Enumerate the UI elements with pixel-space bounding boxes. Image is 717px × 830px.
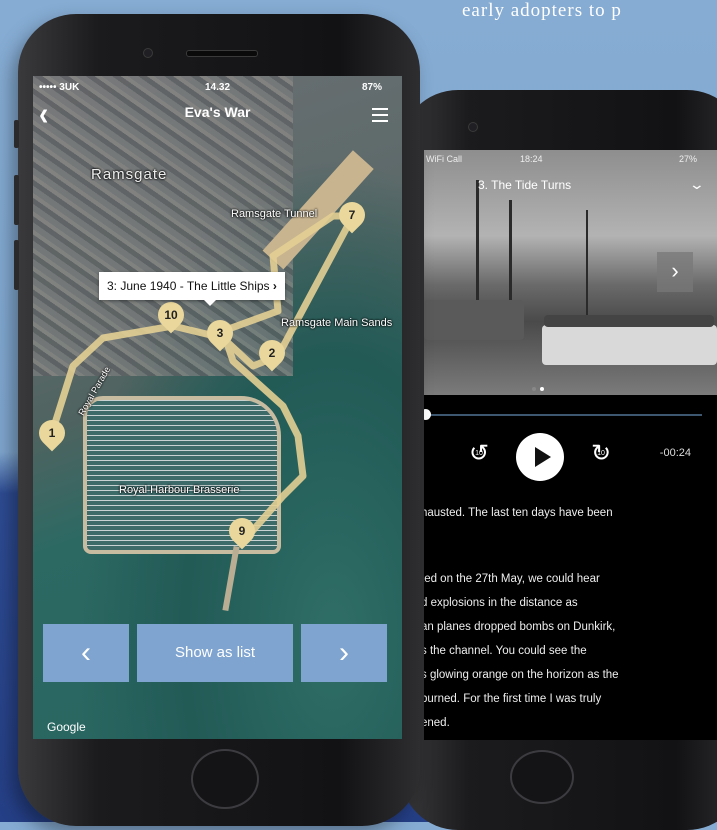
transcript-line: burned. For the first time I was truly — [424, 693, 602, 705]
battery-level: 27% — [678, 154, 697, 164]
map-label-tunnel: Ramsgate Tunnel — [231, 208, 318, 220]
skip-back-button[interactable]: ↺ 10 — [466, 441, 492, 467]
next-stop-button[interactable]: › — [301, 624, 387, 682]
nav-header: ‹ Eva's War — [33, 95, 402, 134]
battery-level: 87% — [361, 82, 382, 93]
camera-lens — [143, 48, 153, 58]
transcript-line: ened. — [424, 717, 450, 729]
map-screen: Ramsgate Ramsgate Tunnel Ramsgate Main S… — [33, 76, 402, 739]
audio-player-screen: WiFi Call 18:24 27% 3. The Tide Turns ⌄ … — [424, 150, 717, 740]
remaining-time: -00:24 — [659, 447, 691, 459]
transcript-line: an planes dropped bombs on Dunkirk, — [424, 621, 616, 633]
chevron-down-icon[interactable]: ⌄ — [689, 176, 705, 193]
carousel-dots — [530, 378, 546, 396]
volume-up-button — [14, 175, 19, 225]
play-button[interactable] — [516, 433, 564, 481]
map-label-sands: Ramsgate Main Sands — [281, 317, 393, 329]
transcript-line: ted on the 27th May, we could hear — [424, 573, 600, 585]
screen-title: Eva's War — [184, 104, 251, 120]
clock: 14.32 — [205, 82, 231, 93]
google-attribution: Google — [47, 720, 86, 734]
transcript-line: d explosions in the distance as — [424, 597, 578, 609]
status-bar: ••••• 3UK 14.32 87% — [39, 82, 396, 96]
transcript-line: s glowing orange on the horizon as the — [424, 669, 619, 681]
pin-number: 7 — [348, 208, 356, 222]
map-label-brasserie: Royal Harbour Brasserie — [119, 484, 240, 496]
home-button[interactable] — [191, 749, 259, 809]
previous-stop-button[interactable]: ‹ — [43, 624, 129, 682]
next-image-button[interactable]: › — [657, 252, 693, 292]
track-title: 3. The Tide Turns — [478, 178, 572, 192]
playback-controls: ↺ 10 ↻ 10 -00:24 — [464, 433, 704, 481]
pin-number: 1 — [48, 426, 56, 440]
volume-down-button — [14, 240, 19, 290]
hamburger-menu-icon[interactable] — [372, 108, 388, 126]
skip-forward-button[interactable]: ↻ 10 — [588, 441, 614, 467]
carrier-label: ••••• 3UK — [39, 82, 80, 93]
earpiece-speaker — [186, 50, 258, 57]
pin-number: 3 — [216, 326, 224, 340]
home-button[interactable] — [510, 750, 574, 804]
carrier-label: WiFi Call — [426, 154, 462, 164]
show-as-list-button[interactable]: Show as list — [137, 624, 293, 682]
background-tagline: early adopters to p — [462, 0, 622, 21]
tooltip-text: 3: June 1940 - The Little Ships — [107, 279, 270, 293]
camera-lens — [468, 122, 478, 132]
progress-bar[interactable] — [424, 414, 702, 416]
map-label-ramsgate: Ramsgate — [91, 166, 168, 183]
status-bar: WiFi Call 18:24 27% — [424, 154, 717, 168]
clock: 18:24 — [520, 154, 543, 164]
pin-number: 10 — [164, 308, 178, 322]
pin-number: 2 — [268, 346, 276, 360]
chevron-right-icon: › — [269, 279, 277, 293]
mute-switch — [14, 120, 19, 148]
stop-tooltip[interactable]: 3: June 1940 - The Little Ships › — [99, 272, 285, 306]
transcript-line: hausted. The last ten days have been — [424, 507, 613, 519]
transcript-line: s the channel. You could see the — [424, 645, 587, 657]
progress-knob[interactable] — [424, 409, 431, 420]
pin-number: 9 — [238, 524, 246, 538]
